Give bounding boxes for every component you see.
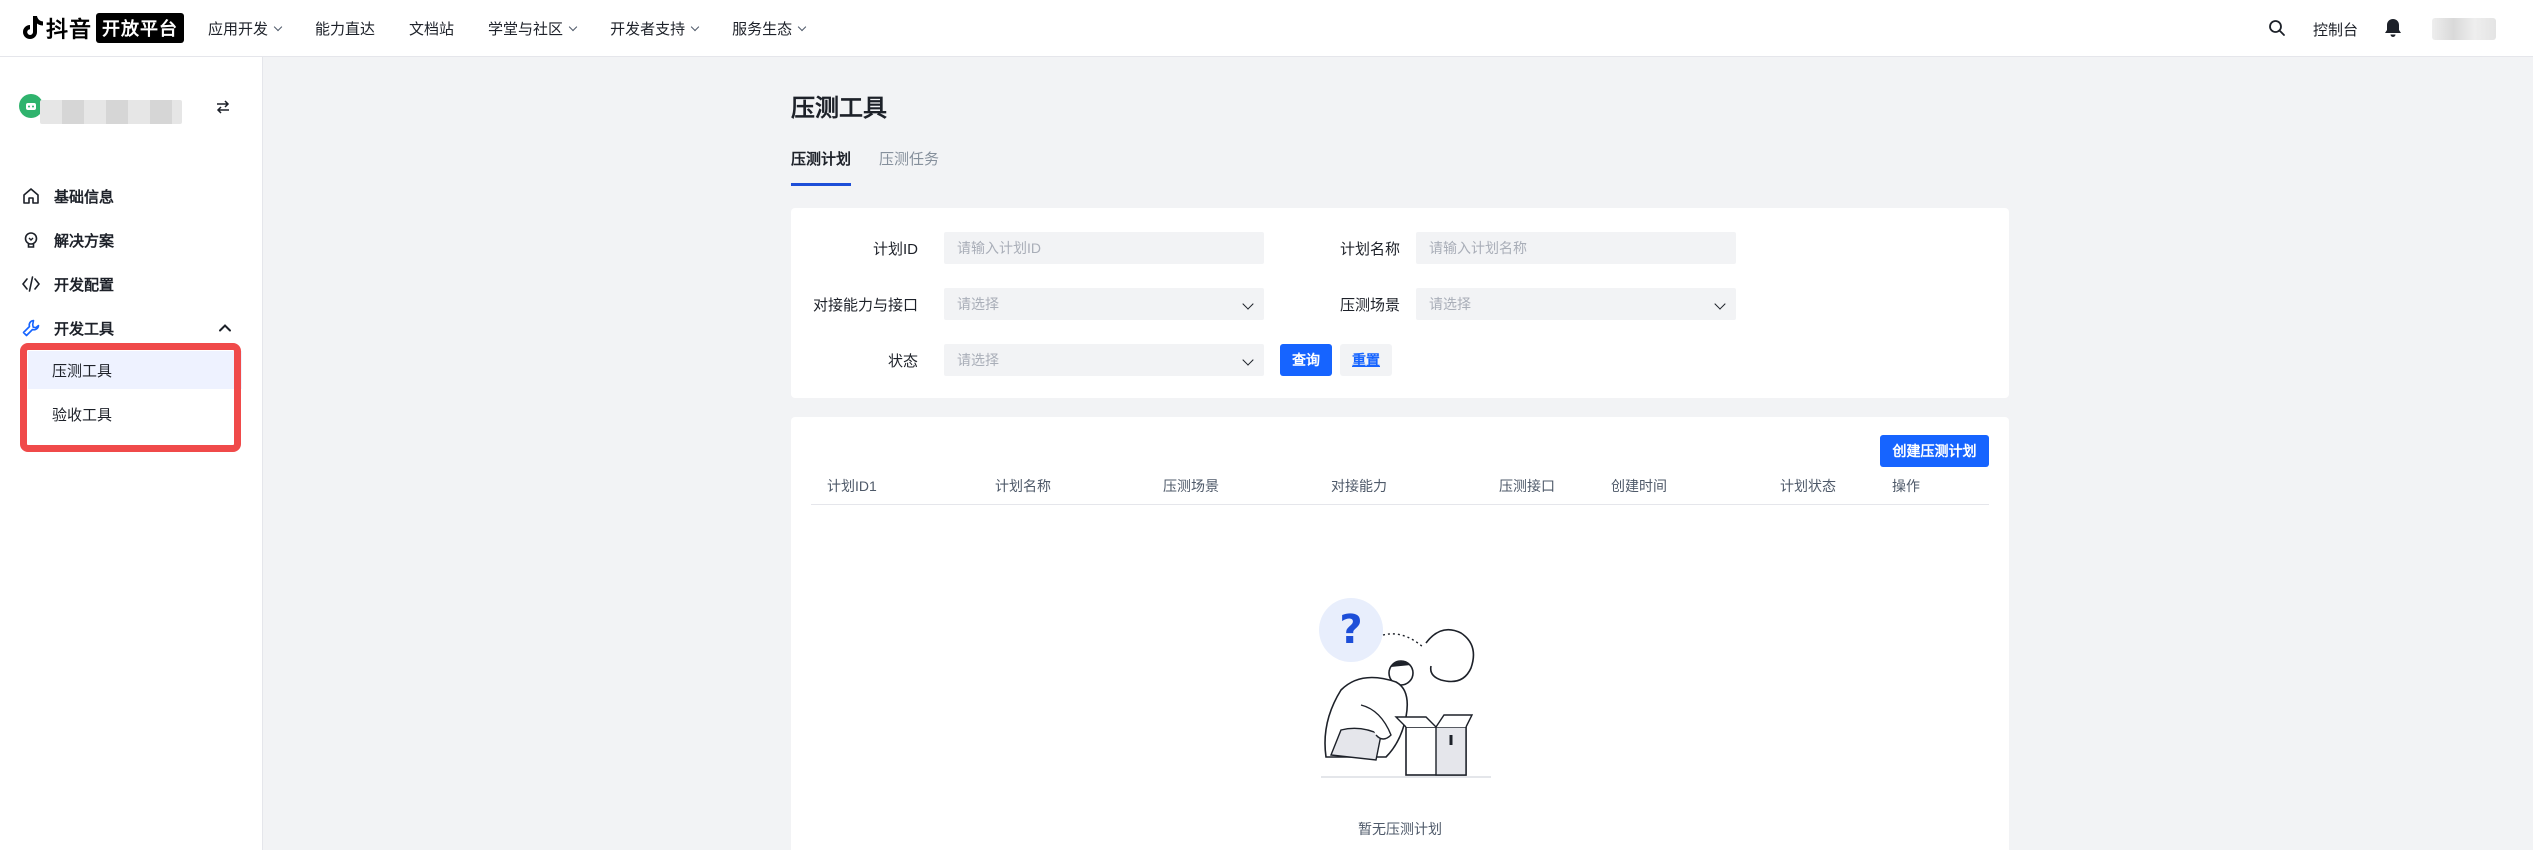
scenario-placeholder: 请选择 — [1429, 296, 1471, 312]
nav-label: 学堂与社区 — [488, 21, 564, 38]
bell-icon[interactable] — [2384, 18, 2402, 38]
sidebar-item-dev-tools[interactable]: 开发工具 — [22, 313, 114, 343]
nav-label: 开发者支持 — [610, 21, 686, 38]
console-link[interactable]: 控制台 — [2313, 19, 2358, 40]
tiktok-note-icon — [23, 16, 43, 39]
sidebar-item-label: 基础信息 — [54, 188, 115, 206]
chevron-down-icon — [1242, 354, 1254, 366]
plan-name-label: 计划名称 — [1339, 241, 1400, 258]
column-header: 计划ID1 — [827, 478, 877, 494]
create-plan-button[interactable]: 创建压测计划 — [1880, 435, 1989, 467]
nav-label: 应用开发 — [208, 21, 269, 38]
main-nav: 应用开发 能力直达 文档站 学堂与社区 开发者支持 服务生态 — [208, 0, 807, 57]
table-header-divider — [811, 504, 1989, 505]
wrench-icon — [22, 319, 40, 337]
tab-bar: 压测计划 压测任务 — [791, 148, 2009, 186]
filter-panel: 计划ID 请输入计划ID 计划名称 请输入计划名称 对接能力与接口 请选择 压测… — [791, 208, 2009, 398]
status-label: 状态 — [887, 353, 918, 370]
logo-text: 抖音 — [46, 17, 93, 42]
top-navbar: 抖音 开放平台 应用开发 能力直达 文档站 学堂与社区 开发者支持 服务生态 控… — [0, 0, 2533, 57]
tab-stress-plan[interactable]: 压测计划 — [791, 148, 851, 186]
active-tab-indicator — [791, 183, 851, 186]
chevron-down-icon — [568, 22, 578, 31]
plan-id-label: 计划ID — [872, 241, 918, 258]
chevron-down-icon — [690, 22, 700, 31]
chevron-down-icon — [1714, 298, 1726, 310]
nav-item-dev-support[interactable]: 开发者支持 — [610, 18, 700, 39]
plan-name-placeholder: 请输入计划名称 — [1429, 240, 1527, 256]
nav-label: 文档站 — [409, 21, 455, 38]
column-header: 计划状态 — [1780, 478, 1836, 494]
nav-item-ecosystem[interactable]: 服务生态 — [732, 18, 807, 39]
code-icon — [22, 276, 40, 292]
reset-button[interactable]: 重置 — [1340, 344, 1392, 376]
sidebar-item-label: 开发工具 — [54, 320, 115, 338]
nav-label: 服务生态 — [732, 21, 793, 38]
sidebar-item-basic-info[interactable]: 基础信息 — [22, 181, 114, 211]
plan-id-placeholder: 请输入计划ID — [957, 240, 1041, 256]
sidebar: 基础信息 解决方案 开发配置 开发工具 压测工具 验收工具 — [0, 57, 263, 850]
nav-item-academy[interactable]: 学堂与社区 — [488, 18, 578, 39]
chevron-up-icon[interactable] — [218, 321, 232, 335]
column-header: 计划名称 — [995, 478, 1051, 494]
sidebar-item-dev-config[interactable]: 开发配置 — [22, 269, 114, 299]
sidebar-item-label: 解决方案 — [54, 232, 115, 250]
query-button[interactable]: 查询 — [1280, 344, 1332, 376]
sidebar-item-solutions[interactable]: 解决方案 — [22, 225, 114, 255]
svg-text:?: ? — [1339, 607, 1362, 653]
plan-name-input[interactable]: 请输入计划名称 — [1416, 232, 1736, 264]
column-header: 创建时间 — [1611, 478, 1667, 494]
nav-label: 能力直达 — [315, 21, 376, 38]
plans-table-panel: 创建压测计划 计划ID1 计划名称 压测场景 对接能力 压测接口 创建时间 计划… — [791, 417, 2009, 850]
status-placeholder: 请选择 — [957, 352, 999, 368]
switch-app-icon[interactable] — [215, 99, 231, 115]
capability-placeholder: 请选择 — [957, 296, 999, 312]
column-header: 压测场景 — [1163, 478, 1219, 494]
scenario-label: 压测场景 — [1339, 297, 1400, 314]
chevron-down-icon — [1242, 298, 1254, 310]
empty-state-text: 暂无压测计划 — [1358, 821, 1442, 837]
column-header: 压测接口 — [1499, 478, 1555, 494]
avatar[interactable] — [2432, 18, 2496, 40]
column-header: 对接能力 — [1331, 478, 1387, 494]
column-header: 操作 — [1892, 478, 1920, 494]
empty-state-illustration: ? — [1319, 598, 1491, 778]
status-select[interactable]: 请选择 — [944, 344, 1264, 376]
nav-item-capability[interactable]: 能力直达 — [315, 18, 375, 39]
nav-item-app-dev[interactable]: 应用开发 — [208, 18, 283, 39]
tab-stress-task[interactable]: 压测任务 — [879, 148, 939, 186]
highlight-annotation-box — [20, 343, 241, 452]
scenario-select[interactable]: 请选择 — [1416, 288, 1736, 320]
home-icon — [23, 188, 39, 204]
chevron-down-icon — [797, 22, 807, 31]
app-name-blurred — [40, 100, 182, 124]
capability-select[interactable]: 请选择 — [944, 288, 1264, 320]
lightbulb-icon — [24, 232, 38, 248]
plan-id-input[interactable]: 请输入计划ID — [944, 232, 1264, 264]
page-title: 压测工具 — [791, 95, 887, 122]
douyin-open-platform-logo[interactable]: 抖音 开放平台 — [20, 13, 185, 43]
logo-badge: 开放平台 — [96, 13, 185, 43]
sidebar-item-label: 开发配置 — [54, 276, 115, 294]
search-icon[interactable] — [2268, 19, 2286, 37]
capability-label: 对接能力与接口 — [812, 297, 918, 314]
nav-item-docs[interactable]: 文档站 — [409, 18, 454, 39]
chevron-down-icon — [273, 22, 283, 31]
